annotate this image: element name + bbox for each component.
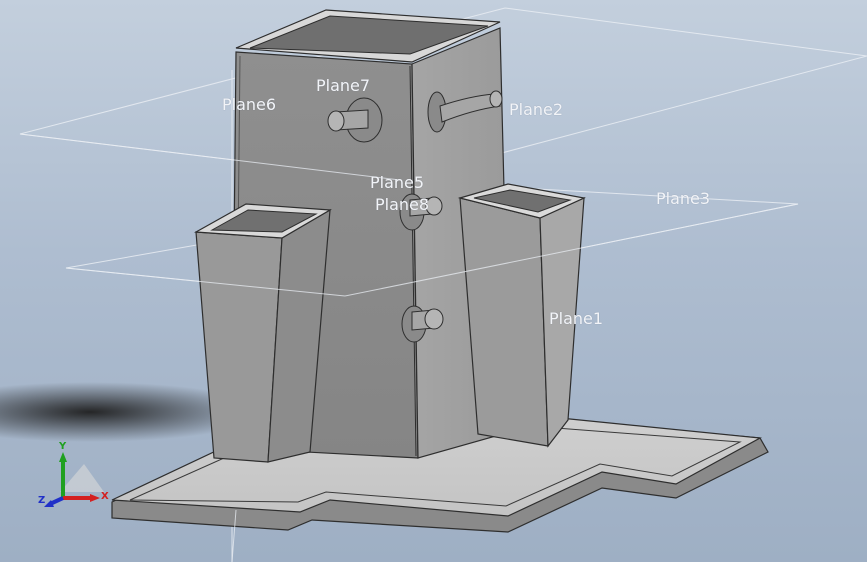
left-sleeve[interactable] <box>193 203 332 463</box>
plane7-label[interactable]: Plane7 <box>316 78 370 94</box>
model-view[interactable] <box>0 0 867 562</box>
triad-z-label: Z <box>38 495 46 506</box>
graphics-viewport[interactable]: Plane1 Plane2 Plane3 Plane5 Plane6 Plane… <box>0 0 867 562</box>
plane8-label[interactable]: Plane8 <box>375 197 429 213</box>
triad-x-label: X <box>101 491 109 502</box>
plane2-label[interactable]: Plane2 <box>509 102 563 118</box>
plane3-label[interactable]: Plane3 <box>656 191 710 207</box>
triad-graphic <box>44 452 104 507</box>
plane5-label[interactable]: Plane5 <box>370 175 424 191</box>
plane1-label[interactable]: Plane1 <box>549 311 603 327</box>
triad-y-label: Y <box>59 441 67 452</box>
plane6-label[interactable]: Plane6 <box>222 97 276 113</box>
reference-triad: Y X Z <box>34 440 114 520</box>
